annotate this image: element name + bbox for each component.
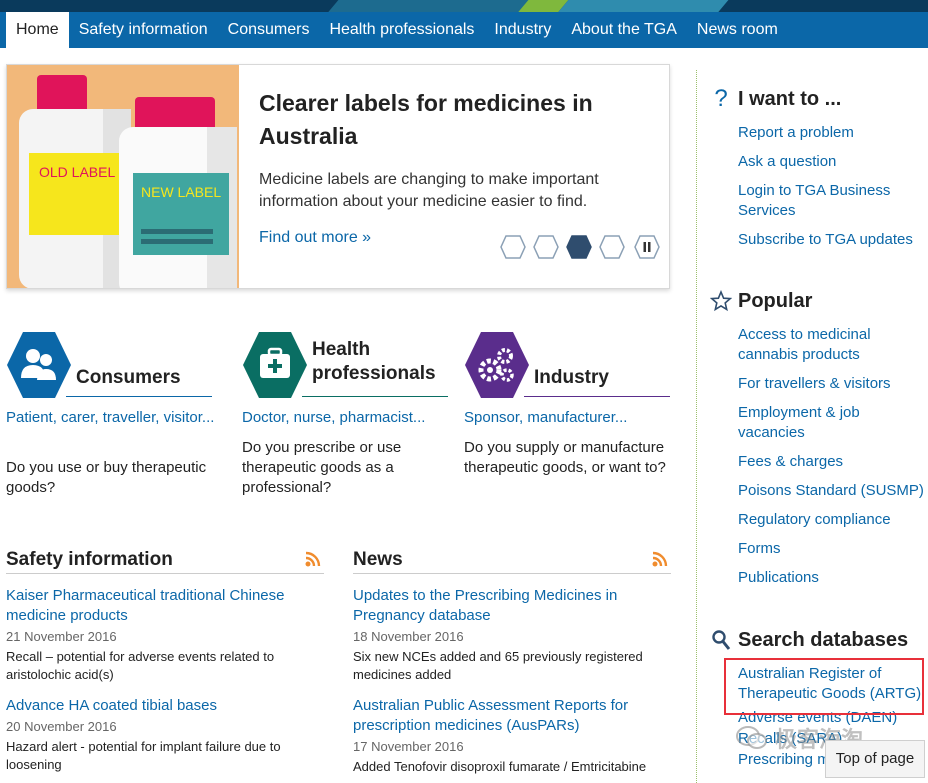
audience-underline bbox=[302, 396, 448, 397]
nav-consumers[interactable]: Consumers bbox=[218, 12, 320, 48]
news-item-title[interactable]: Advance HA coated tibial bases bbox=[6, 696, 324, 716]
nav-safety-information[interactable]: Safety information bbox=[69, 12, 218, 48]
sidebar-link-login-tga-business-services[interactable]: Login to TGA Business Services bbox=[738, 181, 928, 221]
hero-text: Medicine labels are changing to make imp… bbox=[259, 171, 599, 210]
sidebar-i-want-to: ? I want to ... Report a problem Ask a q… bbox=[710, 84, 928, 250]
sidebar-heading-popular: Popular bbox=[738, 289, 813, 312]
sidebar-link-travellers-visitors[interactable]: For travellers & visitors bbox=[738, 374, 928, 394]
audience-title-consumers[interactable]: Consumers bbox=[76, 366, 181, 390]
news-item-title[interactable]: Updates to the Prescribing Medicines in … bbox=[353, 586, 671, 626]
old-label-text: OLD LABEL bbox=[39, 164, 115, 180]
safety-information-section: Safety information Kaiser Pharmaceutical… bbox=[6, 546, 324, 774]
nav-home[interactable]: Home bbox=[6, 12, 69, 48]
carousel-dot-4[interactable] bbox=[599, 235, 625, 259]
carousel-dot-2[interactable] bbox=[533, 235, 559, 259]
audience-question-consumers: Do you use or buy therapeutic goods? bbox=[6, 459, 207, 496]
new-label-text: NEW LABEL bbox=[141, 184, 221, 200]
carousel-pause-icon[interactable] bbox=[634, 235, 660, 259]
audience-underline bbox=[66, 396, 212, 397]
news-item-title[interactable]: Australian Public Assessment Reports for… bbox=[353, 696, 671, 736]
sidebar-link-poisons-standard[interactable]: Poisons Standard (SUSMP) bbox=[738, 481, 928, 501]
sidebar-popular: Popular Access to medicinal cannabis pro… bbox=[710, 286, 928, 588]
sidebar-heading-search-databases: Search databases bbox=[738, 628, 909, 651]
gears-icon bbox=[465, 332, 529, 398]
top-of-page-button[interactable]: Top of page bbox=[825, 740, 925, 778]
news-item-description: Hazard alert - potential for implant fai… bbox=[6, 739, 281, 772]
nav-news-room[interactable]: News room bbox=[687, 12, 788, 48]
sidebar-heading-i-want-to: I want to ... bbox=[738, 87, 842, 110]
sidebar-link-subscribe-tga-updates[interactable]: Subscribe to TGA updates bbox=[738, 230, 928, 250]
audience-title-industry[interactable]: Industry bbox=[534, 366, 609, 390]
people-icon bbox=[7, 332, 71, 398]
audience-question-health-professionals: Do you prescribe or use therapeutic good… bbox=[242, 439, 402, 496]
news-item-description: Recall – potential for adverse events re… bbox=[6, 649, 275, 682]
rss-icon[interactable] bbox=[304, 550, 322, 568]
sidebar-link-medicinal-cannabis[interactable]: Access to medicinal cannabis products bbox=[738, 325, 928, 365]
news-item-date: 20 November 2016 bbox=[6, 719, 117, 734]
sidebar-link-ask-a-question[interactable]: Ask a question bbox=[738, 152, 928, 172]
search-icon bbox=[710, 629, 732, 651]
nav-about-the-tga[interactable]: About the TGA bbox=[561, 12, 687, 48]
medical-kit-icon bbox=[243, 332, 307, 398]
hero-find-out-more-link[interactable]: Find out more » bbox=[259, 229, 371, 247]
sidebar-link-fees-charges[interactable]: Fees & charges bbox=[738, 452, 928, 472]
news-item-description: Added Tenofovir disoproxil fumarate / Em… bbox=[353, 759, 647, 774]
list-item: Updates to the Prescribing Medicines in … bbox=[353, 586, 671, 684]
hero-title: Clearer labels for medicines in Australi… bbox=[259, 90, 593, 149]
wechat-icon bbox=[736, 726, 767, 749]
news-item-date: 18 November 2016 bbox=[353, 629, 464, 644]
news-item-date: 21 November 2016 bbox=[6, 629, 117, 644]
audience-question-industry: Do you supply or manufacture therapeutic… bbox=[464, 439, 666, 476]
star-icon bbox=[710, 290, 732, 312]
news-item-description: Six new NCEs added and 65 previously reg… bbox=[353, 649, 643, 682]
list-item: Australian Public Assessment Reports for… bbox=[353, 696, 671, 776]
audience-subtitle-consumers[interactable]: Patient, carer, traveller, visitor... bbox=[6, 408, 216, 428]
hero-image-medicine-bottles[interactable]: OLD LABEL NEW LABEL bbox=[7, 65, 239, 288]
list-item: Advance HA coated tibial bases 20 Novemb… bbox=[6, 696, 324, 774]
rss-icon[interactable] bbox=[651, 550, 669, 568]
top-banner-strip bbox=[0, 0, 928, 12]
sidebar-link-forms[interactable]: Forms bbox=[738, 539, 928, 559]
artg-highlight-box bbox=[724, 658, 924, 715]
sidebar-link-regulatory-compliance[interactable]: Regulatory compliance bbox=[738, 510, 928, 530]
hero-carousel: OLD LABEL NEW LABEL Clearer labels for m… bbox=[6, 64, 670, 289]
carousel-controls bbox=[493, 235, 660, 259]
carousel-dot-1[interactable] bbox=[500, 235, 526, 259]
audience-subtitle-industry[interactable]: Sponsor, manufacturer... bbox=[464, 408, 674, 428]
sidebar-link-report-a-problem[interactable]: Report a problem bbox=[738, 123, 928, 143]
news-heading[interactable]: News bbox=[353, 546, 671, 574]
safety-information-heading[interactable]: Safety information bbox=[6, 546, 324, 574]
sidebar-divider bbox=[696, 70, 697, 783]
sidebar-link-publications[interactable]: Publications bbox=[738, 568, 928, 588]
news-item-date: 17 November 2016 bbox=[353, 739, 464, 754]
carousel-dot-3-active[interactable] bbox=[566, 235, 592, 259]
nav-health-professionals[interactable]: Health professionals bbox=[319, 12, 484, 48]
news-section: News Updates to the Prescribing Medicine… bbox=[353, 546, 671, 776]
main-nav: Home Safety information Consumers Health… bbox=[0, 12, 928, 48]
audience-underline bbox=[524, 396, 670, 397]
list-item: Kaiser Pharmaceutical traditional Chines… bbox=[6, 586, 324, 684]
nav-industry[interactable]: Industry bbox=[484, 12, 561, 48]
audience-subtitle-health-professionals[interactable]: Doctor, nurse, pharmacist... bbox=[242, 408, 452, 428]
news-item-title[interactable]: Kaiser Pharmaceutical traditional Chines… bbox=[6, 586, 324, 626]
audience-title-health-professionals[interactable]: Health professionals bbox=[312, 338, 452, 386]
sidebar-link-employment-vacancies[interactable]: Employment & job vacancies bbox=[738, 403, 928, 443]
question-mark-icon: ? bbox=[714, 85, 728, 112]
